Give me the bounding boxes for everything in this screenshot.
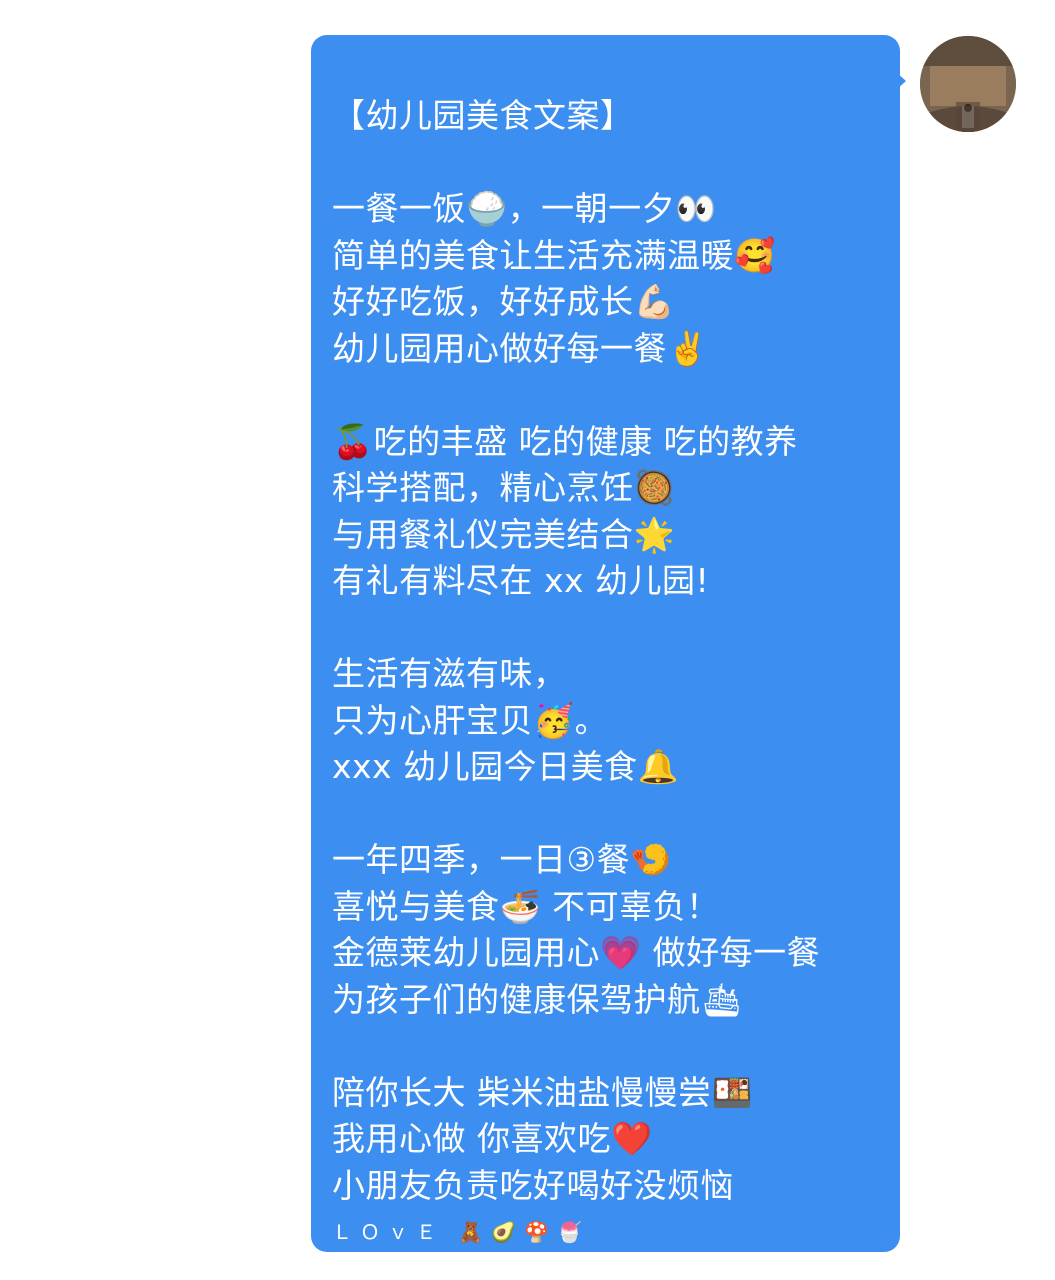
message-signature: ＬＯｖＥ 🧸🥑🍄🍧 <box>332 1220 590 1244</box>
message-line-21 <box>332 1023 890 1070</box>
user-avatar[interactable] <box>920 36 1016 132</box>
message-line-10: 与用餐礼仪完美结合🌟 <box>332 514 676 554</box>
bubble-tail <box>896 72 906 90</box>
avatar-image <box>920 36 1016 132</box>
message-line-20: 为孩子们的健康保驾护航🛳 <box>332 979 743 1019</box>
message-line-3: 一餐一饭🍚，一朝一夕👀 <box>332 189 717 228</box>
message-line-11: 有礼有料尽在 xx 幼儿园! <box>332 561 710 600</box>
message-line-19: 金德莱幼儿园用心💗 做好每一餐 <box>332 933 821 972</box>
message-line-8: 🍒吃的丰盛 吃的健康 吃的教养 <box>332 421 798 461</box>
message-line-14: 只为心肝宝贝🥳。 <box>332 700 609 740</box>
message-line-22: 陪你长大 柴米油盐慢慢尝🍱 <box>332 1072 754 1112</box>
message-line-12 <box>332 605 890 652</box>
message-line-15: xxx 幼儿园今日美食🔔 <box>332 747 680 786</box>
message-line-16 <box>332 791 890 838</box>
message-line-9: 科学搭配，精心烹饪🥘 <box>332 468 676 507</box>
message-line-5: 好好吃饭，好好成长💪🏻 <box>332 282 676 321</box>
message-line-13: 生活有滋有味， <box>332 654 567 693</box>
message-bubble[interactable]: 【幼儿园美食文案】 一餐一饭🍚，一朝一夕👀 简单的美食让生活充满温暖🥰 好好吃饭… <box>311 35 900 1252</box>
message-line-2 <box>332 140 890 187</box>
message-line-1: 【幼儿园美食文案】 <box>332 96 634 135</box>
chat-view: 【幼儿园美食文案】 一餐一饭🍚，一朝一夕👀 简单的美食让生活充满温暖🥰 好好吃饭… <box>0 0 1055 1280</box>
message-line-6: 幼儿园用心做好每一餐✌️ <box>332 328 709 368</box>
message-line-4: 简单的美食让生活充满温暖🥰 <box>332 235 776 275</box>
message-line-24: 小朋友负责吃好喝好没烦恼 <box>332 1165 734 1205</box>
message-line-18: 喜悦与美食🍜 不可辜负！ <box>332 886 720 926</box>
message-line-23: 我用心做 你喜欢吃❤️ <box>332 1119 653 1158</box>
message-line-7 <box>332 372 890 419</box>
message-line-17: 一年四季，一日③餐🍤 <box>332 840 672 879</box>
